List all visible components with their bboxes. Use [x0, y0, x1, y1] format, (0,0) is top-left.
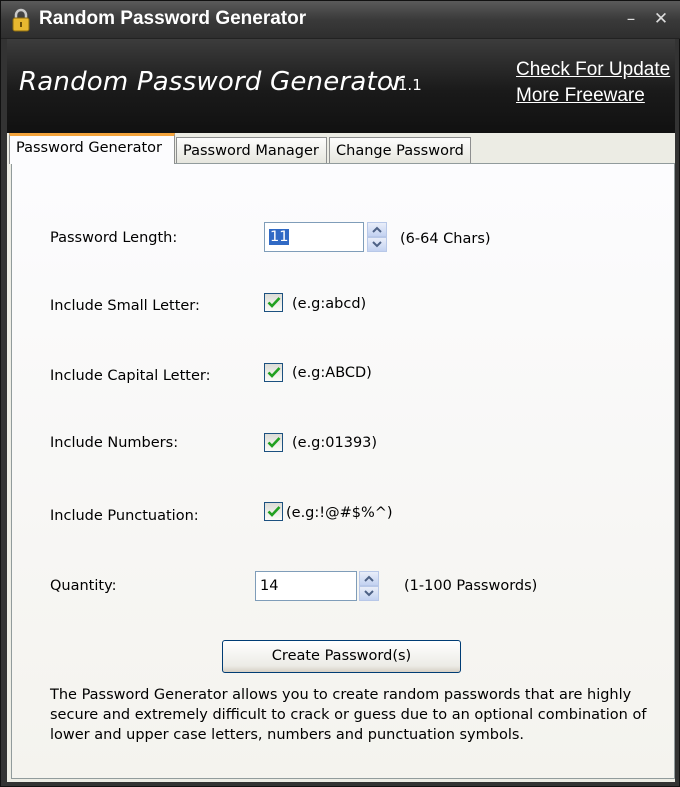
- arrow-down-icon: [364, 590, 374, 597]
- minimize-icon[interactable]: –: [621, 9, 641, 29]
- arrow-up-icon: [364, 575, 374, 582]
- length-value: 11: [269, 229, 290, 245]
- length-down-button[interactable]: [367, 237, 387, 252]
- create-passwords-button[interactable]: Create Password(s): [222, 640, 461, 673]
- generator-panel: Password Length: 11 (6-64 Chars) Include…: [11, 163, 675, 779]
- punctuation-hint: (e.g:!@#$%^): [286, 505, 393, 521]
- small-letter-checkbox[interactable]: [264, 293, 283, 312]
- window-title: Random Password Generator: [39, 8, 307, 29]
- tab-password-generator[interactable]: Password Generator: [9, 133, 175, 164]
- quantity-down-button[interactable]: [359, 586, 379, 601]
- quantity-input[interactable]: 14: [255, 571, 357, 601]
- tab-password-manager[interactable]: Password Manager: [176, 137, 327, 163]
- length-input[interactable]: 11: [264, 222, 364, 252]
- quantity-value: 14: [260, 578, 279, 594]
- check-update-link[interactable]: Check For Update: [516, 59, 670, 81]
- capital-letter-hint: (e.g:ABCD): [292, 365, 372, 381]
- check-icon: [267, 367, 281, 378]
- app-window: Random Password Generator – ✕ Random Pas…: [0, 0, 680, 787]
- banner-title: Random Password Generator: [19, 67, 404, 97]
- quantity-spinner: [359, 571, 379, 601]
- capital-letter-label: Include Capital Letter:: [50, 368, 211, 384]
- punctuation-checkbox[interactable]: [264, 502, 283, 521]
- check-icon: [267, 506, 281, 517]
- quantity-hint: (1-100 Passwords): [404, 578, 538, 594]
- numbers-hint: (e.g:01393): [292, 435, 378, 451]
- arrow-up-icon: [372, 226, 382, 233]
- length-up-button[interactable]: [367, 222, 387, 237]
- capital-letter-checkbox[interactable]: [264, 363, 283, 382]
- numbers-checkbox[interactable]: [264, 433, 283, 452]
- lock-icon: [11, 8, 31, 32]
- small-letter-label: Include Small Letter:: [50, 298, 200, 314]
- title-bar: Random Password Generator – ✕: [1, 1, 680, 39]
- close-icon[interactable]: ✕: [651, 9, 671, 29]
- more-freeware-link[interactable]: More Freeware: [516, 85, 645, 107]
- quantity-label: Quantity:: [50, 578, 117, 594]
- check-icon: [267, 437, 281, 448]
- tab-change-password[interactable]: Change Password: [329, 137, 471, 163]
- numbers-label: Include Numbers:: [50, 435, 179, 451]
- arrow-down-icon: [372, 241, 382, 248]
- length-spinner: [367, 222, 387, 252]
- description-text: The Password Generator allows you to cre…: [50, 687, 647, 743]
- version-label: v1.1: [389, 76, 422, 94]
- small-letter-hint: (e.g:abcd): [292, 296, 367, 312]
- check-icon: [267, 297, 281, 308]
- header-banner: Random Password Generator v1.1 Check For…: [7, 39, 675, 133]
- tab-area: Password Generator Password Manager Chan…: [7, 133, 675, 782]
- length-hint: (6-64 Chars): [400, 231, 491, 247]
- quantity-up-button[interactable]: [359, 571, 379, 586]
- length-label: Password Length:: [50, 230, 178, 246]
- punctuation-label: Include Punctuation:: [50, 508, 199, 524]
